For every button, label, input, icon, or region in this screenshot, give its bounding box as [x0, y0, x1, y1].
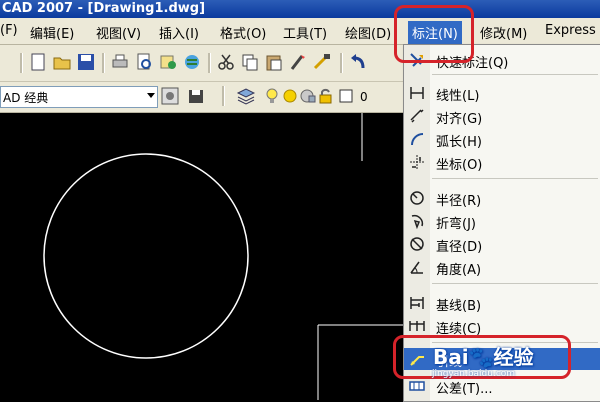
menu-tools[interactable]: 工具(T) [283, 23, 327, 42]
menu-item-label: 公差(T)... [436, 382, 493, 397]
open-file-icon[interactable] [52, 52, 72, 72]
menu-format[interactable]: 格式(O) [220, 23, 266, 42]
layers-toolbar: AD 经典 0 [0, 82, 410, 113]
watermark-url: jingyan.baidu.com [432, 369, 516, 379]
menu-item-aligned[interactable]: 对齐(G) [404, 105, 600, 127]
menu-item-label: 直径(D) [436, 240, 483, 255]
match-properties-icon[interactable] [288, 52, 308, 72]
jogged-icon [411, 214, 424, 229]
layer-color-icon[interactable] [336, 86, 356, 106]
menu-view[interactable]: 视图(V) [96, 23, 141, 42]
tolerance-icon [409, 381, 425, 391]
window-title: CAD 2007 - [Drawing1.dwg] [2, 1, 206, 16]
menu-item-ordinate[interactable]: 坐标(O) [404, 151, 600, 173]
arc-length-icon [411, 133, 424, 146]
menu-item-arc-length[interactable]: 弧长(H) [404, 128, 600, 150]
workspace-settings-icon[interactable] [160, 86, 180, 106]
radius-icon [410, 191, 424, 205]
toolbar-separator [222, 86, 225, 106]
print-icon[interactable] [110, 52, 130, 72]
menu-item-jogged[interactable]: 折弯(J) [404, 210, 600, 232]
watermark-brand-suffix: 经验 [493, 345, 534, 369]
menu-draw[interactable]: 绘图(D) [345, 23, 391, 42]
menu-edit[interactable]: 编辑(E) [30, 23, 74, 42]
menu-separator [432, 74, 598, 75]
annotation-highlight-menu [394, 5, 474, 63]
save-workspace-icon[interactable] [186, 86, 206, 106]
menu-item-label: 半径(R) [436, 194, 482, 209]
watermark-brand: Bai [433, 345, 469, 369]
angular-icon [410, 261, 423, 274]
layer-manager-icon[interactable] [236, 86, 256, 106]
new-file-icon[interactable] [28, 52, 48, 72]
title-bar: CAD 2007 - [Drawing1.dwg] [0, 0, 600, 18]
menu-separator [432, 178, 598, 179]
current-layer[interactable]: 0 [360, 90, 368, 104]
linear-icon [410, 87, 424, 99]
drawn-circle[interactable] [43, 153, 249, 359]
canvas-drawing [43, 113, 410, 400]
diameter-icon [410, 237, 424, 251]
menu-item-angular[interactable]: 角度(A) [404, 256, 600, 278]
menu-separator [432, 283, 598, 284]
menu-item-continue[interactable]: 连续(C) [404, 315, 600, 337]
paw-icon: 🐾 [468, 345, 494, 369]
menu-item-radius[interactable]: 半径(R) [404, 187, 600, 209]
menu-item-label: 线性(L) [436, 89, 480, 104]
undo-icon[interactable] [348, 52, 368, 72]
toolbar-separator [102, 53, 105, 73]
chevron-down-icon [147, 93, 155, 98]
paste-icon[interactable] [264, 52, 284, 72]
menu-item-label: 角度(A) [436, 263, 482, 278]
cut-icon[interactable] [216, 52, 236, 72]
menu-file[interactable]: (F) [0, 23, 18, 38]
save-icon[interactable] [76, 52, 96, 72]
menu-item-label: 折弯(J) [436, 217, 476, 232]
menu-item-baseline[interactable]: 基线(B) [404, 292, 600, 314]
menu-item-label: 基线(B) [436, 299, 482, 314]
menu-express[interactable]: Express [545, 23, 596, 38]
menu-bar: (F) 编辑(E) 视图(V) 插入(I) 格式(O) 工具(T) 绘图(D) … [0, 18, 600, 45]
lock-icon[interactable] [316, 86, 336, 106]
drawing-canvas[interactable] [0, 113, 410, 400]
ordinate-icon [410, 155, 424, 169]
block-editor-icon[interactable] [312, 52, 332, 72]
menu-item-linear[interactable]: 线性(L) [404, 82, 600, 104]
menu-item-diameter[interactable]: 直径(D) [404, 233, 600, 255]
toolbar-separator [340, 53, 343, 73]
menu-item-label: 坐标(O) [436, 158, 483, 173]
standard-toolbar [0, 45, 410, 82]
menu-item-label: 弧长(H) [436, 135, 482, 150]
publish-icon[interactable] [158, 52, 178, 72]
continue-icon [409, 321, 425, 331]
workspace-dropdown[interactable]: AD 经典 [0, 86, 158, 108]
baseline-icon [410, 297, 424, 309]
workspace-label: AD 经典 [3, 91, 49, 105]
viewport-freeze-icon[interactable] [298, 86, 318, 106]
aligned-icon [410, 109, 424, 123]
menu-modify[interactable]: 修改(M) [480, 23, 527, 42]
menu-item-label: 对齐(G) [436, 112, 483, 127]
globe-icon[interactable] [182, 52, 202, 72]
toolbar-separator [20, 53, 23, 73]
menu-insert[interactable]: 插入(I) [159, 23, 199, 42]
toolbar-separator [208, 53, 211, 73]
copy-icon[interactable] [240, 52, 260, 72]
freeze-sun-icon[interactable] [280, 86, 300, 106]
baidu-watermark: Bai🐾经验 [433, 341, 534, 370]
plot-preview-icon[interactable] [134, 52, 154, 72]
lightbulb-icon[interactable] [262, 86, 282, 106]
